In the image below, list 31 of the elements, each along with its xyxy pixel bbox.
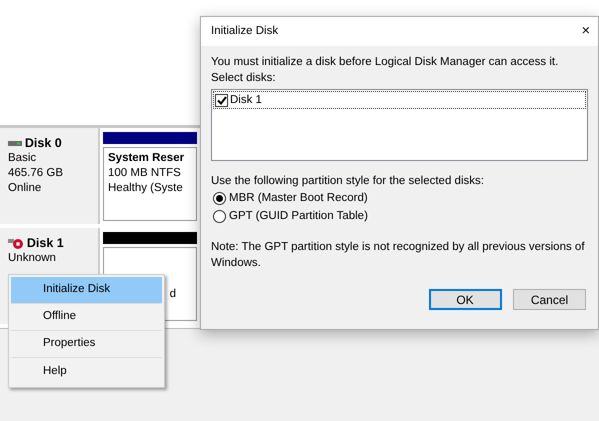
disk-drive-icon <box>8 140 22 148</box>
radio-label: GPT (GUID Partition Table) <box>229 209 368 224</box>
partition-name: System Reser <box>108 151 186 166</box>
disk-list-label: Disk 1 <box>230 93 262 108</box>
menu-item[interactable]: Help <box>11 358 162 385</box>
partition-label: d <box>168 287 177 302</box>
cancel-button[interactable]: Cancel <box>513 289 586 310</box>
partition-style-label: Use the following partition style for the selected disks: <box>211 174 485 189</box>
radio-button[interactable] <box>213 192 226 204</box>
checkbox[interactable] <box>215 94 228 106</box>
disk-type: Basic <box>8 151 38 166</box>
disk-type: Unknown <box>8 251 57 266</box>
select-disks-label: Select disks: <box>211 71 277 86</box>
dialog-message: You must initialize a disk before Logical Disk Manager can access it. <box>211 55 560 70</box>
disk-error-icon <box>8 238 24 250</box>
menu-item[interactable]: Initialize Disk <box>11 277 162 304</box>
disk-list-item[interactable]: Disk 1 <box>213 91 586 109</box>
menu-item[interactable]: Offline <box>11 304 162 331</box>
note-text: Note: The GPT partition style is not recognized by all previous versions of Windows. <box>211 240 586 271</box>
disk-size: 465.76 GB <box>8 166 64 181</box>
ok-button[interactable]: OK <box>428 289 502 310</box>
dialog-title: Initialize Disk <box>211 24 278 39</box>
menu-item[interactable]: Properties <box>11 331 162 358</box>
disk-status: Online <box>8 181 42 196</box>
disk-name: Disk 1 <box>26 236 64 251</box>
radio-label: MBR (Master Boot Record) <box>229 191 368 206</box>
partition-status: Healthy (Syste <box>108 181 184 196</box>
radio-button[interactable] <box>213 210 226 222</box>
partition-detail: 100 MB NTFS <box>108 166 182 181</box>
disk-name: Disk 0 <box>24 136 62 151</box>
close-button[interactable]: × <box>582 24 590 39</box>
